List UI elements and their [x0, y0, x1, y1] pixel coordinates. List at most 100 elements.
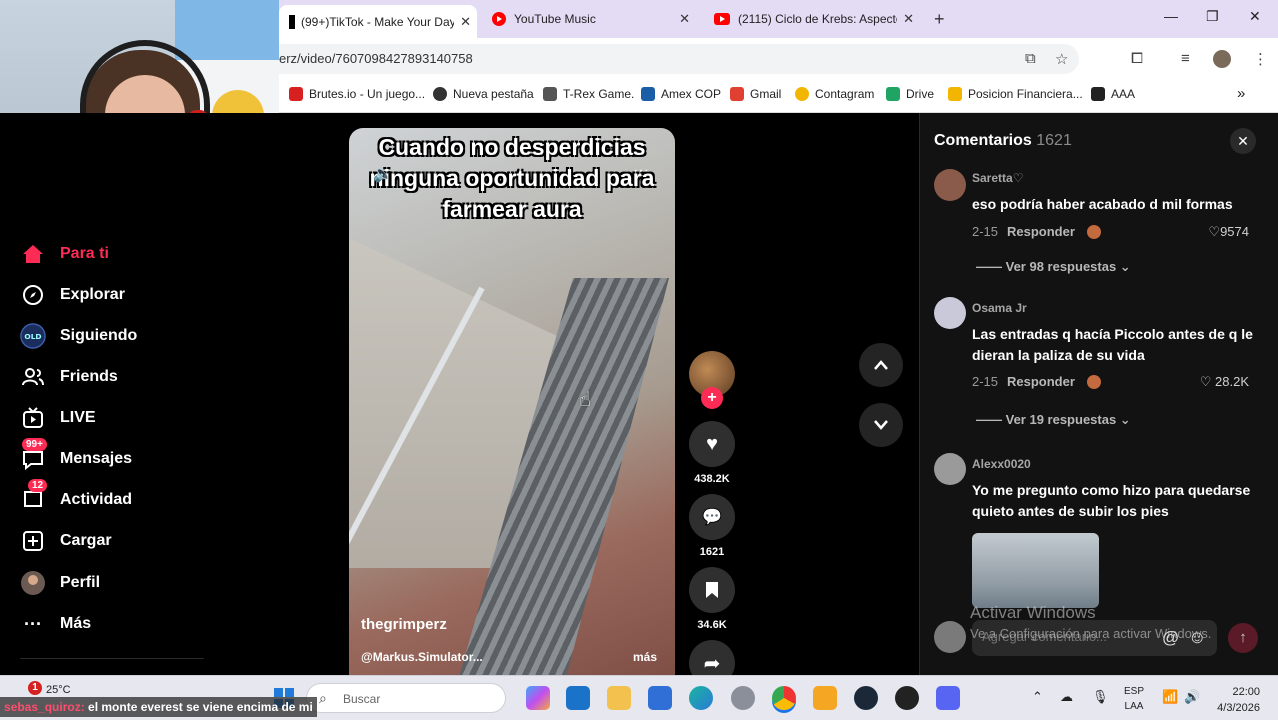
comment-username[interactable]: Saretta♡: [972, 171, 1023, 185]
avatar[interactable]: [934, 169, 966, 201]
sidebar-item-cargar[interactable]: Cargar: [20, 526, 112, 556]
taskbar-search[interactable]: ⌕ Buscar: [306, 683, 506, 713]
send-comment-button[interactable]: ↑: [1228, 623, 1258, 653]
sidebar-item-siguiendo[interactable]: OLD Siguiendo: [20, 321, 137, 351]
file-explorer-icon[interactable]: [607, 686, 631, 710]
star-icon[interactable]: ☆: [1055, 50, 1068, 68]
reply-button[interactable]: Responder: [1007, 374, 1075, 389]
search-icon: ⌕: [319, 690, 327, 706]
tab-close-icon[interactable]: ✕: [897, 11, 920, 27]
onedrive-icon[interactable]: ☁: [1060, 689, 1073, 705]
sidebar-item-live[interactable]: LIVE: [20, 403, 96, 433]
cloud-icon[interactable]: [813, 686, 837, 710]
upload-icon: [20, 528, 46, 554]
comment-image[interactable]: [972, 533, 1099, 608]
creator-liked-avatar: [1087, 375, 1101, 389]
comment-like-button[interactable]: ♡9574: [1189, 224, 1249, 240]
restore-button[interactable]: ❐: [1206, 8, 1219, 25]
follow-button[interactable]: +: [701, 387, 723, 409]
media-control-icon[interactable]: ≡: [1181, 50, 1190, 67]
menu-icon[interactable]: ⋮: [1253, 50, 1268, 68]
bookmark-posicion[interactable]: Posicion Financiera...: [948, 87, 1083, 101]
next-video-button[interactable]: [859, 403, 903, 447]
creator-liked-avatar: [1087, 225, 1101, 239]
home-icon: [20, 241, 46, 267]
install-icon[interactable]: ⧉: [1025, 50, 1036, 67]
discord-icon[interactable]: [936, 686, 960, 710]
steam-icon[interactable]: [854, 686, 878, 710]
settings-icon[interactable]: [731, 686, 755, 710]
drive-icon: [886, 87, 900, 101]
comment-icon[interactable]: 💬: [689, 494, 735, 540]
minimize-button[interactable]: —: [1164, 8, 1178, 24]
wifi-icon[interactable]: 📶: [1162, 689, 1178, 705]
bookmark-aaa[interactable]: AAA: [1091, 87, 1135, 101]
edge-icon[interactable]: [689, 686, 713, 710]
outlook-icon[interactable]: [566, 686, 590, 710]
compass-icon: [20, 282, 46, 308]
sidebar-item-para-ti[interactable]: Para ti: [20, 239, 109, 269]
sidebar-item-label: Más: [60, 615, 92, 632]
url-field[interactable]: erz/video/7607098427893140758 ☆ ⧉: [279, 44, 1079, 74]
heart-icon[interactable]: ♥: [689, 421, 735, 467]
tab-youtube-music[interactable]: YouTube Music ✕: [486, 6, 696, 32]
bookmark-drive[interactable]: Drive: [886, 87, 934, 101]
messages-badge: 99+: [22, 438, 47, 451]
avatar[interactable]: [934, 297, 966, 329]
profile-avatar[interactable]: [1213, 50, 1231, 68]
comment-like-button[interactable]: ♡ 28.2K: [1189, 374, 1249, 390]
previous-video-button[interactable]: [859, 343, 903, 387]
bookmark-brutes[interactable]: Brutes.io - Un juego...: [289, 87, 425, 101]
bookmarks-overflow-button[interactable]: »: [1237, 85, 1245, 102]
bookmark-trex[interactable]: T-Rex Game.: [543, 87, 634, 101]
more-icon: ···: [24, 613, 42, 634]
bookmark-contagram[interactable]: Contagram: [795, 87, 874, 101]
bookmark-amex[interactable]: Amex COP: [641, 87, 721, 101]
comment-username[interactable]: Osama Jr: [972, 301, 1027, 315]
avatar[interactable]: [934, 453, 966, 485]
tab-close-icon[interactable]: ✕: [454, 14, 477, 30]
extensions-icon[interactable]: ⧠: [1131, 50, 1143, 67]
system-clock[interactable]: 22:00 4/3/2026: [1208, 684, 1260, 716]
video-author[interactable]: thegrimperz: [361, 616, 447, 633]
view-replies-button[interactable]: —— Ver 98 respuestas ⌄: [976, 259, 1131, 275]
bookmark-icon[interactable]: [689, 567, 735, 613]
reply-button[interactable]: Responder: [1007, 224, 1075, 239]
tab-close-icon[interactable]: ✕: [673, 11, 696, 27]
tab-tiktok[interactable]: (99+)TikTok - Make Your Day ✕: [279, 5, 477, 38]
video-caption: Cuando no desperdicias ninguna oportunid…: [369, 134, 655, 222]
view-replies-button[interactable]: —— Ver 19 respuestas ⌄: [976, 412, 1131, 428]
close-window-button[interactable]: ✕: [1249, 8, 1261, 25]
copilot-icon[interactable]: [526, 686, 550, 710]
sidebar-item-friends[interactable]: Friends: [20, 362, 118, 392]
messages-icon: 99+: [20, 438, 47, 472]
tab-youtube-krebs[interactable]: (2115) Ciclo de Krebs: Aspectos ✕: [708, 6, 920, 32]
more-link[interactable]: más: [633, 650, 657, 664]
sidebar-item-actividad[interactable]: 12 Actividad: [20, 479, 132, 515]
weather-badge: 1: [28, 681, 42, 695]
sidebar-item-mas[interactable]: ··· Más: [20, 609, 91, 639]
chat-username: sebas_quiroz:: [4, 700, 85, 714]
bookmark-icon: [948, 87, 962, 101]
new-tab-button[interactable]: +: [934, 9, 945, 30]
store-icon[interactable]: [648, 686, 672, 710]
weather-temperature[interactable]: 25°C: [46, 684, 71, 696]
show-hidden-icons[interactable]: ⌃: [1032, 689, 1043, 705]
bookmark-nueva-pestana[interactable]: Nueva pestaña: [433, 87, 534, 101]
sidebar-item-mensajes[interactable]: 99+ Mensajes: [20, 438, 132, 474]
comment-username[interactable]: Alexx0020: [972, 457, 1031, 471]
language-indicator[interactable]: ESP LAA: [1124, 684, 1144, 714]
video-player[interactable]: Cuando no desperdicias ninguna oportunid…: [349, 128, 675, 688]
close-comments-button[interactable]: ✕: [1230, 128, 1256, 154]
obs-icon[interactable]: [895, 686, 919, 710]
volume-icon[interactable]: 🔊: [1184, 689, 1200, 705]
microphone-icon[interactable]: 🎙: [1092, 689, 1109, 705]
sidebar-item-explorar[interactable]: Explorar: [20, 280, 125, 310]
comment-date: 2-15: [972, 374, 999, 389]
chrome-icon[interactable]: [772, 686, 796, 710]
sidebar-item-perfil[interactable]: Perfil: [20, 568, 100, 598]
volume-icon[interactable]: 🔈: [373, 164, 393, 184]
keyboard-layout: LAA: [1124, 701, 1144, 712]
video-options-icon[interactable]: ···: [633, 162, 649, 180]
bookmark-gmail[interactable]: Gmail: [730, 87, 781, 101]
